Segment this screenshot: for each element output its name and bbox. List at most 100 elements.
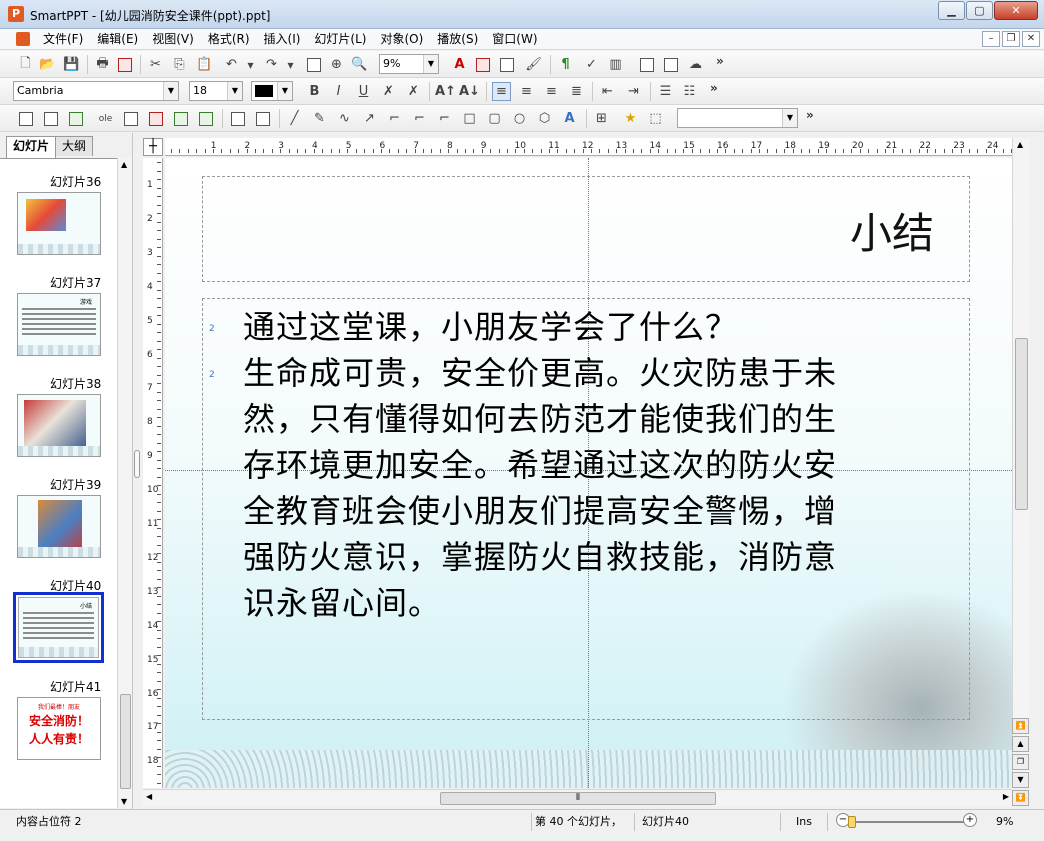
shapes-icon[interactable]: ⬡ [535,109,554,128]
align-objects-icon[interactable]: ⊞ [592,109,611,128]
line-tool-icon[interactable]: ╱ [285,109,304,128]
slide-layout-icon[interactable] [497,55,516,74]
zoom-tool-icon[interactable]: ⊕ [327,55,346,74]
menu-object[interactable]: 对象(O) [373,29,430,50]
first-slide-icon[interactable]: ⏫ [1012,718,1029,734]
document-icon[interactable] [16,32,30,46]
menu-window[interactable]: 窗口(W) [485,29,544,50]
italic-icon[interactable]: I [329,82,348,101]
fit-page-icon[interactable] [304,55,323,74]
insert-picture-icon[interactable] [66,109,85,128]
previous-slide-icon[interactable]: ▲ [1012,736,1029,752]
close-button[interactable]: ✕ [994,1,1038,20]
underline-icon[interactable]: U [354,82,373,101]
bullet-line[interactable]: 通过这堂课，小朋友学会了什么？ [243,304,738,350]
slide-vertical-scrollbar[interactable]: ▲ [1012,138,1029,788]
format-painter-icon[interactable] [473,55,492,74]
wordart-icon[interactable]: A [560,109,579,128]
text-color-icon[interactable]: A [450,55,469,74]
status-insert-mode[interactable]: Ins [792,813,828,831]
window-icon[interactable]: ❐ [1012,754,1029,770]
maximize-button[interactable]: ▢ [966,1,993,20]
align-center-icon[interactable]: ≡ [517,82,536,101]
doc-close-button[interactable]: ✕ [1022,31,1040,47]
title-placeholder-icon[interactable] [146,109,165,128]
redo-icon[interactable]: ↷ [262,55,281,74]
elbow-connector-icon[interactable]: ⌐ [410,109,429,128]
save-icon[interactable]: 💾 [62,55,81,74]
shrink-font-icon[interactable]: A↓ [459,82,480,101]
menu-file[interactable]: 文件(F) [36,29,90,50]
magnifier-icon[interactable]: 🔍 [350,55,369,74]
table-icon[interactable] [637,55,656,74]
star-icon[interactable]: ★ [621,109,640,128]
scrollbar-thumb[interactable]: ⦀ [440,792,716,805]
thumbnail-scrollbar[interactable]: ▲ ▼ [117,158,132,808]
increase-indent-icon[interactable]: ⇥ [624,82,643,101]
curved-connector-icon[interactable]: ⌐ [435,109,454,128]
chart-icon[interactable]: ▥ [606,55,625,74]
scrollbar-thumb[interactable] [120,694,131,789]
scroll-right-icon[interactable]: ▶ [1003,792,1009,801]
zoom-combo[interactable]: 9% ▼ [379,54,439,74]
spell-check-icon[interactable]: ✓ [582,55,601,74]
slide-thumbnail-38[interactable] [17,394,101,457]
arrow-tool-icon[interactable]: ↗ [360,109,379,128]
ruler-corner[interactable]: ┼ [143,138,163,156]
menu-format[interactable]: 格式(R) [201,29,257,50]
print-icon[interactable]: 🖶 [93,55,112,74]
menu-view[interactable]: 视图(V) [145,29,201,50]
menu-edit[interactable]: 编辑(E) [90,29,145,50]
zoom-slider[interactable] [850,821,965,823]
font-color-combo[interactable]: ▼ [251,81,293,101]
chevron-down-icon[interactable]: ▼ [782,109,797,127]
insert-table-icon[interactable] [41,109,60,128]
numbered-list-icon[interactable]: ☷ [680,82,699,101]
pen-tool-icon[interactable]: ✎ [310,109,329,128]
frame-icon[interactable] [228,109,247,128]
font-size-combo[interactable]: 18 ▼ [189,81,243,101]
ole-object-icon[interactable]: ole [96,109,115,128]
justify-icon[interactable]: ≣ [567,82,586,101]
scrollbar-thumb[interactable] [1015,338,1028,510]
scroll-up-icon[interactable]: ▲ [121,160,127,169]
zoom-slider-handle[interactable] [848,816,856,828]
cloud-icon[interactable]: ☁ [686,55,705,74]
zoom-in-icon[interactable]: + [963,813,977,827]
last-slide-icon[interactable]: ⏬ [1012,790,1029,806]
image-placeholder-icon[interactable] [196,109,215,128]
pdf-icon[interactable] [115,55,134,74]
chevron-down-icon[interactable]: ▼ [163,82,178,100]
bullet-line[interactable]: 全教育班会使小朋友们提高安全警惕，增 [243,488,837,534]
slide-thumbnail-41[interactable]: 我们最棒！朋友 安全消防！ 人人有责！ [17,697,101,760]
paste-icon[interactable]: 📋 [195,55,214,74]
menu-insert[interactable]: 插入(I) [257,29,308,50]
bullet-line[interactable]: 存环境更加安全。希望通过这次的防火安 [243,442,837,488]
brush-icon[interactable]: 🖌 [524,55,543,74]
toolbar-overflow-icon[interactable]: » [716,54,724,68]
bullet-line[interactable]: 然，只有懂得如何去防范才能使我们的生 [243,396,837,442]
scroll-down-icon[interactable]: ▼ [121,797,127,806]
bullet-line[interactable]: 识永留心间。 [243,580,441,626]
tab-slides[interactable]: 幻灯片 [6,136,57,158]
chevron-down-icon[interactable]: ▼ [227,82,242,100]
picture-icon[interactable] [661,55,680,74]
slide-thumbnail-39[interactable] [17,495,101,558]
doc-restore-button[interactable]: ❐ [1002,31,1020,47]
minimize-button[interactable]: ▁ [938,1,965,20]
bullet-line[interactable]: 强防火意识，掌握防火自救技能，消防意 [243,534,837,580]
next-slide-icon[interactable]: ▼ [1012,772,1029,788]
cut-icon[interactable]: ✂ [146,55,165,74]
undo-icon[interactable]: ↶ [222,55,241,74]
undo-dropdown-icon[interactable]: ▾ [241,55,260,74]
slide-title[interactable]: 小结 [850,200,934,261]
style-combo[interactable]: ▼ [677,108,798,128]
curve-tool-icon[interactable]: ∿ [335,109,354,128]
decrease-indent-icon[interactable]: ⇤ [598,82,617,101]
align-left-icon[interactable]: ≡ [492,82,511,101]
bold-icon[interactable]: B [305,82,324,101]
toolbar-overflow-icon[interactable]: » [710,81,718,95]
redo-dropdown-icon[interactable]: ▾ [281,55,300,74]
ellipse-tool-icon[interactable]: ○ [510,109,529,128]
select-objects-icon[interactable]: ⬚ [646,109,665,128]
